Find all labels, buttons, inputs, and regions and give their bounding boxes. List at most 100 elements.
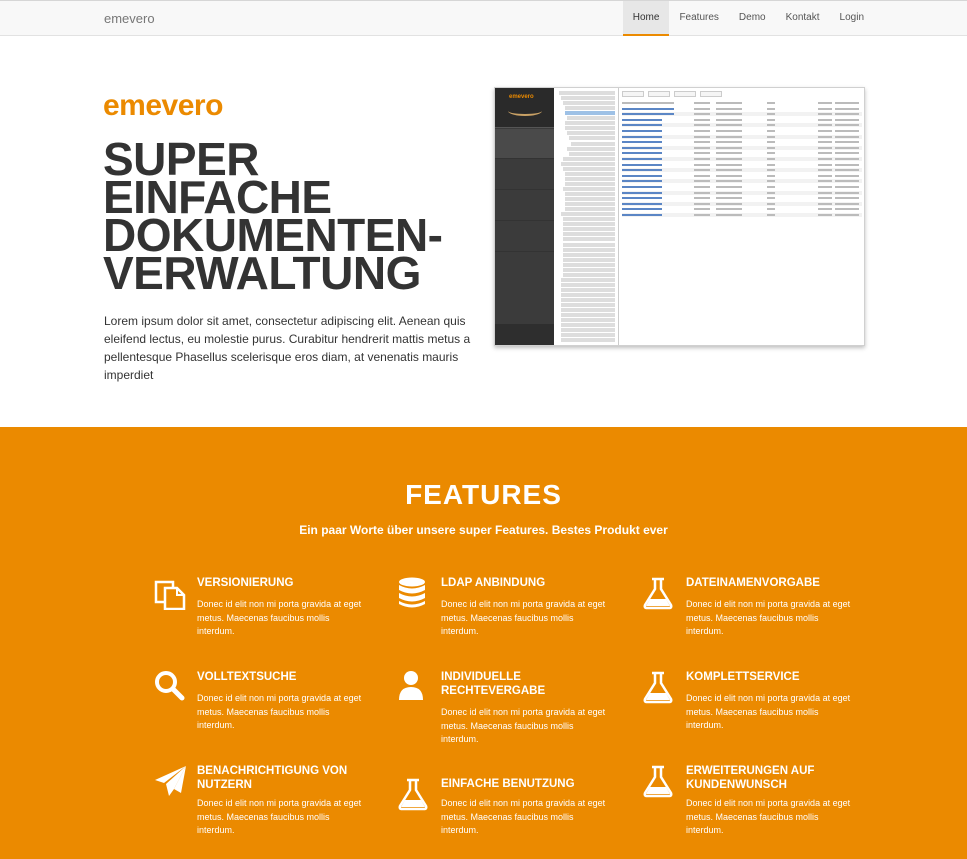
- table-cell: [767, 124, 775, 127]
- feature-title: DATEINAMENVORGABE: [686, 577, 820, 589]
- tree-node: [561, 303, 615, 308]
- table-cell: [835, 107, 859, 110]
- app-menu-item: [495, 191, 554, 221]
- table-cell: [622, 130, 662, 132]
- table-cell: [716, 141, 742, 144]
- tree-node: [561, 308, 615, 313]
- table-cell: [622, 202, 662, 205]
- table-row: [622, 179, 862, 184]
- app-toolbar-button: [622, 91, 644, 97]
- feature-title: VERSIONIERUNG: [197, 577, 294, 589]
- tree-node: [565, 111, 615, 116]
- nav-item-login[interactable]: Login: [830, 1, 874, 36]
- tree-node: [561, 323, 615, 328]
- table-cell: [716, 113, 742, 116]
- table-cell: [694, 124, 710, 127]
- table-cell: [622, 124, 662, 127]
- table-row: [622, 168, 862, 173]
- nav-item-home[interactable]: Home: [622, 1, 670, 36]
- table-cell: [694, 208, 710, 211]
- table-cell: [622, 118, 662, 121]
- table-cell: [694, 163, 710, 166]
- table-cell: [835, 113, 859, 116]
- tree-node: [561, 96, 615, 101]
- table-cell: [622, 158, 662, 160]
- table-cell: [694, 158, 710, 160]
- table-cell: [694, 102, 710, 104]
- table-cell: [622, 186, 662, 188]
- paper-plane-icon: [155, 766, 186, 796]
- tree-node: [565, 126, 615, 131]
- copy-icon: [154, 580, 186, 610]
- nav-item-kontakt[interactable]: Kontakt: [776, 1, 830, 36]
- tree-node: [563, 227, 615, 232]
- tree-node: [571, 141, 615, 146]
- feature-title: LDAP ANBINDUNG: [441, 577, 546, 589]
- table-cell: [835, 197, 859, 200]
- feature-title: ERWEITERUNGEN AUF KUNDENWUNSCH: [686, 765, 815, 791]
- table-cell: [835, 130, 859, 132]
- app-logo: emevero: [495, 88, 554, 128]
- hero-brand: emevero: [103, 89, 223, 122]
- table-cell: [716, 158, 742, 160]
- table-cell: [767, 107, 775, 110]
- table-cell: [835, 214, 859, 216]
- tree-node: [567, 116, 615, 121]
- table-cell: [818, 169, 832, 172]
- table-row: [622, 134, 862, 139]
- tree-node: [567, 146, 615, 151]
- tree-node: [563, 156, 615, 161]
- table-cell: [716, 174, 742, 177]
- table-cell: [767, 214, 775, 216]
- table-cell: [818, 118, 832, 121]
- navbar-brand[interactable]: emevero: [104, 11, 155, 26]
- feature-text: Donec id elit non mi porta gravida at eg…: [441, 798, 606, 835]
- table-cell: [716, 208, 742, 211]
- tree-node: [561, 298, 615, 303]
- tree-node: [561, 328, 615, 333]
- feature-title: KOMPLETTSERVICE: [686, 671, 800, 683]
- table-cell: [818, 163, 832, 166]
- table-cell: [622, 146, 662, 149]
- table-cell: [694, 180, 710, 183]
- flask-icon: [643, 765, 673, 798]
- tree-node: [561, 277, 615, 282]
- table-cell: [622, 102, 674, 104]
- app-logo-text: emevero: [509, 94, 534, 100]
- table-cell: [716, 163, 742, 166]
- feature-text: Donec id elit non mi porta gravida at eg…: [197, 798, 362, 835]
- table-row: [622, 157, 862, 161]
- tree-node: [563, 267, 615, 272]
- table-cell: [767, 174, 775, 177]
- table-cell: [767, 118, 775, 121]
- table-cell: [818, 202, 832, 205]
- app-menu-item: [495, 222, 554, 252]
- table-cell: [818, 107, 832, 110]
- tree-node: [565, 197, 615, 202]
- app-toolbar-button: [648, 91, 670, 97]
- tree-node: [563, 257, 615, 262]
- table-cell: [835, 124, 859, 127]
- table-cell: [818, 158, 832, 160]
- nav-item-demo[interactable]: Demo: [729, 1, 776, 36]
- table-cell: [767, 130, 775, 132]
- tree-node: [565, 121, 615, 126]
- table-cell: [835, 191, 859, 194]
- nav-item-features[interactable]: Features: [669, 1, 728, 36]
- tree-node: [561, 212, 615, 217]
- table-cell: [694, 135, 710, 138]
- table-cell: [767, 158, 775, 160]
- table-cell: [818, 214, 832, 216]
- tree-node: [563, 232, 615, 237]
- table-row: [622, 140, 862, 144]
- tree-node: [563, 101, 615, 106]
- table-header: [622, 101, 862, 105]
- feature-text: Donec id elit non mi porta gravida at eg…: [441, 707, 606, 744]
- app-toolbar: [622, 91, 862, 97]
- table-row: [622, 190, 862, 195]
- app-screenshot: emevero: [494, 87, 865, 346]
- navbar: emevero Home Features Demo Kontakt Login: [0, 0, 967, 36]
- table-cell: [835, 202, 859, 205]
- table-cell: [694, 146, 710, 149]
- table-cell: [622, 163, 662, 166]
